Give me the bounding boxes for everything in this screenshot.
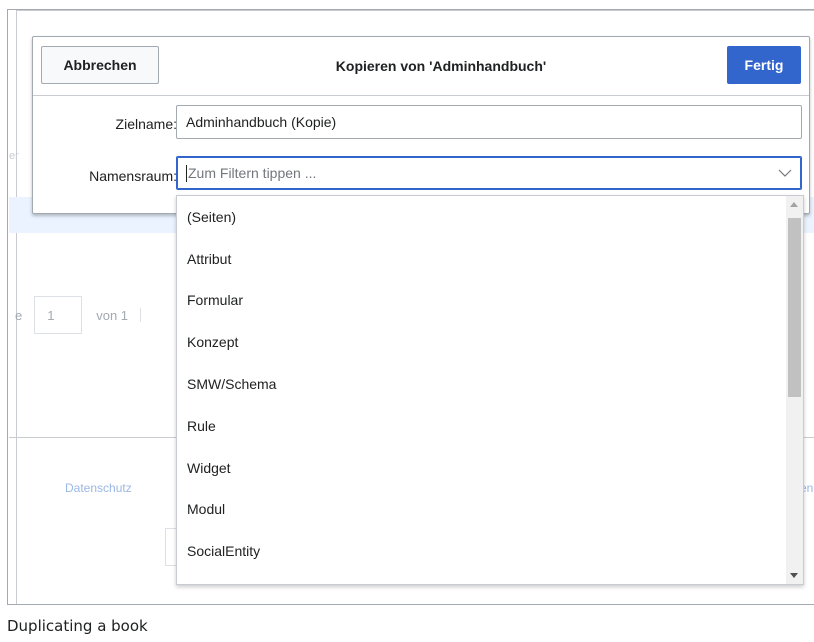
namespace-dropdown-menu: (Seiten) Attribut Formular Konzept SMW/Schem… bbox=[176, 195, 804, 585]
namespace-option[interactable]: Modul bbox=[177, 489, 786, 531]
background-text-fragment: er bbox=[9, 150, 19, 162]
copy-dialog: Abbrechen Kopieren von 'Adminhandbuch' F… bbox=[32, 36, 810, 214]
target-name-input[interactable]: Adminhandbuch (Kopie) bbox=[176, 105, 802, 139]
pager: e 1 von 1 bbox=[15, 295, 142, 335]
namespace-option[interactable]: Rule bbox=[177, 405, 786, 447]
namespace-placeholder: Zum Filtern tippen ... bbox=[188, 165, 317, 181]
namespace-option[interactable]: Formular bbox=[177, 280, 786, 322]
done-button[interactable]: Fertig bbox=[727, 46, 801, 84]
namespace-option[interactable]: SMW/Schema bbox=[177, 363, 786, 405]
text-cursor bbox=[186, 164, 187, 182]
namespace-option[interactable]: Spiel bbox=[177, 572, 786, 584]
namespace-label: Namensraum: bbox=[89, 168, 177, 184]
figure-caption: Duplicating a book bbox=[7, 617, 148, 635]
dialog-title: Kopieren von 'Adminhandbuch' bbox=[335, 58, 547, 74]
namespace-option[interactable]: Widget bbox=[177, 447, 786, 489]
namespace-option-list: (Seiten) Attribut Formular Konzept SMW/Schem… bbox=[177, 196, 786, 584]
namespace-option[interactable]: SocialEntity bbox=[177, 530, 786, 572]
page-count-label: von 1 bbox=[96, 307, 129, 323]
namespace-option[interactable]: (Seiten) bbox=[177, 196, 786, 238]
dialog-header: Abbrechen Kopieren von 'Adminhandbuch' F… bbox=[33, 37, 809, 96]
cancel-button[interactable]: Abbrechen bbox=[41, 46, 159, 84]
scroll-up-icon[interactable] bbox=[790, 202, 798, 207]
scrollbar-thumb[interactable] bbox=[788, 218, 801, 397]
namespace-option[interactable]: Konzept bbox=[177, 321, 786, 363]
namespace-combobox[interactable]: Zum Filtern tippen ... bbox=[176, 156, 802, 190]
scrollbar[interactable] bbox=[786, 196, 803, 584]
divider bbox=[16, 10, 814, 11]
scroll-down-icon[interactable] bbox=[790, 573, 798, 578]
privacy-link[interactable]: Datenschutz bbox=[65, 481, 132, 495]
chevron-down-icon[interactable] bbox=[778, 166, 792, 180]
pager-prefix: e bbox=[15, 307, 23, 323]
namespace-option[interactable]: Attribut bbox=[177, 238, 786, 280]
divider bbox=[140, 308, 142, 322]
target-name-label: Zielname: bbox=[115, 116, 177, 132]
target-name-value: Adminhandbuch (Kopie) bbox=[186, 114, 337, 130]
page-number-input[interactable]: 1 bbox=[34, 296, 83, 334]
